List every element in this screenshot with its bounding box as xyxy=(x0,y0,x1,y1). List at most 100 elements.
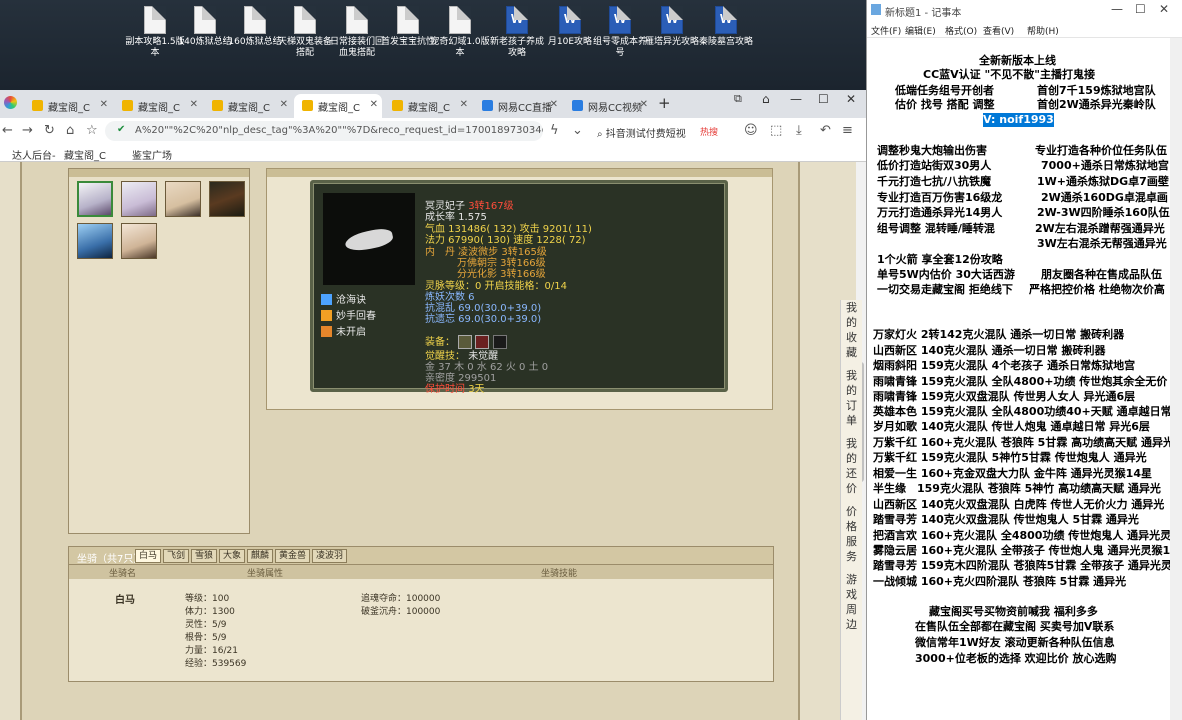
home-icon[interactable]: ⌂ xyxy=(66,123,74,138)
pet-card: 沧海诀 妙手回春 未开启 冥灵妃子 3转167级 成长率 1.575 气血 13… xyxy=(310,180,728,395)
notepad-scrollbar[interactable] xyxy=(1170,38,1182,720)
mount-tab-7[interactable]: 凌波羽 xyxy=(312,549,348,563)
text-document-icon xyxy=(294,6,316,34)
tab-search-icon[interactable]: ⧉ xyxy=(734,92,742,106)
side-menu-char: 我 xyxy=(846,301,857,314)
skill-2[interactable]: 妙手回春 xyxy=(321,307,376,322)
desktop-icon-label: 宠奇幻域1.0版本 xyxy=(430,37,490,58)
notepad-line: 组号调整 混转睡/睡转混 xyxy=(877,222,995,235)
lightning-icon[interactable]: ϟ xyxy=(550,123,559,138)
tab-close-icon[interactable]: ✕ xyxy=(190,99,198,110)
mount-tab-1[interactable]: 白马 xyxy=(135,549,162,563)
hot-badge[interactable]: 热搜 xyxy=(700,125,718,138)
notepad-line: 山西新区 140克火混队 通杀一切日常 搬砖利器 xyxy=(873,344,1106,357)
menu-icon[interactable]: ≡ xyxy=(842,123,853,138)
word-document-icon xyxy=(609,6,631,34)
notepad-line: 全新新版本上线 xyxy=(979,54,1056,67)
maximize-icon[interactable]: ☐ xyxy=(818,92,829,106)
bookmark-item-2[interactable]: 藏宝阁_C xyxy=(64,147,106,162)
minimize-icon[interactable]: — xyxy=(1111,2,1123,16)
desktop-icon-6[interactable]: 首发宝宝抗性 xyxy=(378,6,438,48)
browser-tab-7[interactable]: 网易CC视频 ✕ xyxy=(564,94,652,118)
desktop-icon-11[interactable]: 雁塔异光攻略 xyxy=(642,6,702,48)
avatar-6[interactable] xyxy=(121,223,157,259)
side-vertical-menu[interactable]: 我的收藏我的订单我的还价价格服务游戏周边 xyxy=(840,300,862,720)
notepad-menu-item-4[interactable]: 查看(V) xyxy=(983,24,1014,37)
tab-close-icon[interactable]: ✕ xyxy=(640,99,648,110)
notepad-menu-item-5[interactable]: 帮助(H) xyxy=(1027,24,1059,37)
skill-1[interactable]: 沧海诀 xyxy=(321,291,366,306)
chevron-down-icon[interactable]: ⌄ xyxy=(572,123,583,138)
browser-tab-3[interactable]: 藏宝阁_C ✕ xyxy=(204,94,292,118)
download-icon[interactable]: ⤓ xyxy=(796,123,802,138)
desktop-icon-7[interactable]: 宠奇幻域1.0版本 xyxy=(430,6,490,59)
search-icon: ⌕ xyxy=(597,129,606,140)
tab-close-icon[interactable]: ✕ xyxy=(550,99,558,110)
avatar-5[interactable] xyxy=(77,223,113,259)
user-icon[interactable]: ☺ xyxy=(744,123,758,138)
tab-close-icon[interactable]: ✕ xyxy=(370,99,378,110)
extensions-icon[interactable]: ⬚ xyxy=(770,123,782,138)
notepad-menu-item-2[interactable]: 编辑(E) xyxy=(905,24,936,37)
notepad-line: 1W+通杀炼狱DG卓7画壁 xyxy=(1037,175,1169,188)
mount-tab-5[interactable]: 麒麟 xyxy=(247,549,274,563)
desktop-icon-12[interactable]: 秦陵墓宫攻略 xyxy=(696,6,756,48)
avatar-4[interactable] xyxy=(209,181,245,217)
maximize-icon[interactable]: ☐ xyxy=(1135,2,1146,16)
tab-label: 网易CC直播 xyxy=(498,103,552,114)
avatar-2[interactable] xyxy=(121,181,157,217)
back-icon[interactable]: ← xyxy=(2,123,13,138)
notepad-line: 朋友圈各种在售成品队伍 xyxy=(1041,268,1162,281)
browser-tab-1[interactable]: 藏宝阁_C ✕ xyxy=(24,94,112,118)
notepad-line: 万元打造通杀异光14男人 xyxy=(877,206,1003,219)
close-icon[interactable]: ✕ xyxy=(1159,2,1169,16)
star-icon[interactable]: ☆ xyxy=(86,123,98,138)
notepad-menu-item-3[interactable]: 格式(O) xyxy=(945,24,977,37)
tab-favicon-icon xyxy=(32,100,43,111)
avatar-1[interactable] xyxy=(77,181,113,217)
close-window-icon[interactable]: ✕ xyxy=(846,92,856,106)
tab-close-icon[interactable]: ✕ xyxy=(460,99,468,110)
bookmark-item-1[interactable]: 达人后台- xyxy=(12,147,56,162)
desktop-icon-4[interactable]: 天梯双鬼装备搭配 xyxy=(275,6,335,59)
notepad-line: 3W左右混杀无帮强通异光 xyxy=(1037,237,1167,250)
pet-anti-forget: 抗遗忘 69.0(30.0+39.0) xyxy=(425,314,542,325)
browser-tab-5[interactable]: 藏宝阁_C ✕ xyxy=(384,94,472,118)
side-menu-char: 收 xyxy=(846,331,857,344)
mount-tab-3[interactable]: 雪狼 xyxy=(191,549,218,563)
notepad-line: 一战倾城 160+克火四阶混队 苍狼阵 5甘霖 通异光 xyxy=(873,575,1127,588)
avatar-3[interactable] xyxy=(165,181,201,217)
undo-icon[interactable]: ↶ xyxy=(820,123,831,138)
notepad-line: 把酒言欢 160+克火混队 全4800功绩 传世炮鬼人 通异光灵猴 xyxy=(873,529,1182,542)
skill-lock-icon xyxy=(321,326,332,337)
notepad-line: 专业打造百万伤害16级龙 xyxy=(877,191,1003,204)
browser-logo-icon[interactable] xyxy=(4,96,17,109)
browser-tab-6[interactable]: 网易CC直播 ✕ xyxy=(474,94,562,118)
notepad-line: 半生缘 159克火混队 苍狼阵 5神竹 高功绩高天赋 通异光 xyxy=(873,482,1161,495)
tab-close-icon[interactable]: ✕ xyxy=(100,99,108,110)
side-menu-char: 订 xyxy=(846,399,857,412)
bookmark-item-3[interactable]: 鉴宝广场 xyxy=(132,147,172,162)
new-tab-button[interactable]: + xyxy=(658,94,671,112)
mount-tab-6[interactable]: 黄金兽 xyxy=(275,549,311,563)
notepad-menu-item-1[interactable]: 文件(F) xyxy=(871,24,901,37)
url-input[interactable]: ✔ A%20""%2C%20"nlp_desc_tag"%3A%20""%7D&… xyxy=(105,121,543,141)
bookmark-manager-icon[interactable]: ⌂ xyxy=(762,92,770,106)
mount-tab-2[interactable]: 飞剑 xyxy=(163,549,190,563)
desktop-icon-8[interactable]: 新老孩子养成攻略 xyxy=(487,6,547,59)
minimize-icon[interactable]: — xyxy=(790,92,802,106)
mount-tab-4[interactable]: 大象 xyxy=(219,549,246,563)
tab-close-icon[interactable]: ✕ xyxy=(280,99,288,110)
mount-attr: 根骨：5/9 xyxy=(185,633,227,643)
tab-favicon-icon xyxy=(572,100,583,111)
browser-tab-2[interactable]: 藏宝阁_C ✕ xyxy=(114,94,202,118)
browser-tab-4[interactable]: 藏宝阁_C ✕ xyxy=(294,94,382,118)
desktop-icon-10[interactable]: 组号零成本养号 xyxy=(590,6,650,59)
reload-icon[interactable]: ↻ xyxy=(44,123,55,138)
notepad-text-area[interactable]: 全新新版本上线 CC蓝V认证 "不见不散"主播打鬼接 低端任务组号开创者 首创7千15… xyxy=(867,38,1182,720)
forward-icon[interactable]: → xyxy=(22,123,33,138)
side-menu-char: 服 xyxy=(846,535,857,548)
col-mount-name: 坐骑名 xyxy=(109,569,137,579)
tab-favicon-icon xyxy=(122,100,133,111)
text-document-icon xyxy=(194,6,216,34)
